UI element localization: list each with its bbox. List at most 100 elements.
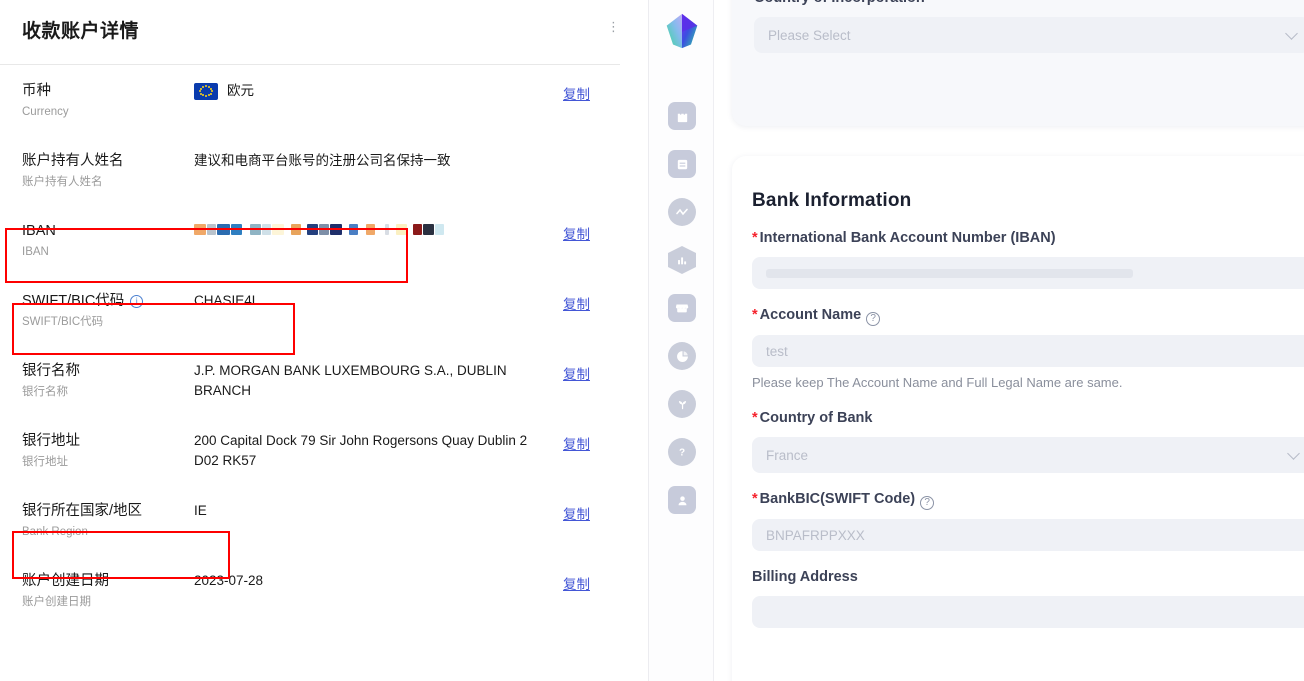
page-title: 收款账户详情 — [22, 16, 596, 43]
detail-row: 账户持有人姓名账户持有人姓名建议和电商平台账号的注册公司名保持一致 — [0, 135, 620, 205]
detail-label-cn-text: 银行名称 — [22, 361, 80, 381]
detail-row-value: 建议和电商平台账号的注册公司名保持一致 — [194, 151, 546, 191]
detail-label-cn: 账户创建日期 — [22, 571, 186, 591]
detail-label-cn: 银行所在国家/地区 — [22, 501, 186, 521]
field-placeholder: France — [766, 448, 808, 463]
field-label-text: Billing Address — [752, 569, 858, 585]
field-label: Billing Address — [752, 567, 1304, 587]
detail-row: IBANIBAN 复制 — [0, 205, 620, 275]
copy-link[interactable]: 复制 — [563, 83, 590, 103]
detail-label-cn: 银行名称 — [22, 361, 186, 381]
detail-label-cn-text: 账户创建日期 — [22, 571, 109, 591]
detail-row: 账户创建日期账户创建日期2023-07-28复制 — [0, 555, 620, 625]
detail-label-cn-text: 银行地址 — [22, 431, 80, 451]
detail-row-value: 2023-07-28 — [194, 571, 546, 611]
field-hint: Please keep The Account Name and Full Le… — [752, 374, 1304, 392]
currency-value: 欧元 — [194, 81, 536, 101]
bank-information-title: Bank Information — [752, 190, 1304, 212]
copy-link[interactable]: 复制 — [563, 573, 590, 593]
copy-link[interactable]: 复制 — [563, 223, 590, 243]
detail-label-en: SWIFT/BIC代码 — [22, 313, 186, 331]
detail-row-label: 账户持有人姓名账户持有人姓名 — [22, 151, 194, 191]
field-group: *Country of Bank France — [752, 408, 1304, 473]
field-label-text: Country of Bank — [760, 410, 873, 426]
bank-fields: * International Bank Account Number (IBAN… — [752, 228, 1304, 628]
rail-sprout-icon[interactable] — [668, 390, 696, 418]
drawer-header: 收款账户详情 ⋮ — [0, 0, 620, 60]
info-icon[interactable]: i — [130, 295, 143, 308]
detail-row-label: 账户创建日期账户创建日期 — [22, 571, 194, 611]
help-circle-icon[interactable]: ? — [920, 496, 934, 510]
detail-label-cn-text: IBAN — [22, 221, 56, 241]
rail-pie-chart-icon[interactable] — [668, 342, 696, 370]
detail-label-en: Currency — [22, 103, 186, 121]
detail-row-label: 币种 Currency — [22, 81, 194, 121]
field-group: *International Bank Account Number (IBAN… — [752, 228, 1304, 289]
detail-label-cn-text: 银行所在国家/地区 — [22, 501, 142, 521]
detail-rows: 币种Currency欧元复制账户持有人姓名账户持有人姓名建议和电商平台账号的注册… — [0, 65, 620, 625]
rail-activity-icon[interactable] — [668, 198, 696, 226]
required-asterisk: * — [752, 410, 758, 426]
country-of-incorporation-select[interactable]: Please Select — [754, 17, 1304, 53]
field-group: *BankBIC(SWIFT Code)?BNPAFRPPXXX — [752, 489, 1304, 551]
rail-document-icon[interactable] — [668, 150, 696, 178]
detail-label-cn: IBAN — [22, 221, 186, 241]
field-label-text: Account Name — [760, 307, 862, 323]
detail-label-en: 银行名称 — [22, 383, 186, 401]
field-input-account-name[interactable]: test — [752, 335, 1304, 367]
detail-label-en: 账户创建日期 — [22, 593, 186, 611]
field-label-text: International Bank Account Number (IBAN) — [760, 230, 1056, 246]
eu-flag-icon — [194, 83, 218, 100]
detail-row-value: 200 Capital Dock 79 Sir John Rogersons Q… — [194, 431, 546, 471]
copy-link[interactable]: 复制 — [563, 433, 590, 453]
redacted-iban-value — [194, 221, 536, 233]
detail-label-en: 账户持有人姓名 — [22, 173, 186, 191]
detail-row: 银行名称银行名称J.P. MORGAN BANK LUXEMBOURG S.A.… — [0, 345, 620, 415]
field-input-bankbic-swift-code[interactable]: BNPAFRPPXXX — [752, 519, 1304, 551]
field-input-international-bank-account-number-iban[interactable] — [752, 257, 1304, 289]
rail-help-icon[interactable]: ? — [668, 438, 696, 466]
chevron-down-icon — [1285, 27, 1298, 40]
country-of-incorporation-label: Country of Incorporation — [754, 0, 1304, 8]
detail-label-cn-text: SWIFT/BIC代码 — [22, 291, 124, 311]
copy-link[interactable]: 复制 — [563, 503, 590, 523]
detail-row-label: SWIFT/BIC代码 i SWIFT/BIC代码 — [22, 291, 194, 331]
field-placeholder: BNPAFRPPXXX — [766, 528, 865, 543]
detail-row-value: CHASIE4L — [194, 291, 546, 331]
currency-name: 欧元 — [227, 81, 254, 101]
rail-bag-icon[interactable] — [668, 102, 696, 130]
field-label: *Country of Bank — [752, 408, 1304, 428]
copy-link[interactable]: 复制 — [563, 293, 590, 313]
detail-label-cn: SWIFT/BIC代码 i — [22, 291, 186, 311]
country-of-incorporation-placeholder: Please Select — [768, 28, 851, 43]
bank-form-panel: Country of Incorporation Please Select B… — [714, 0, 1304, 681]
field-placeholder: test — [766, 344, 788, 359]
field-group: Billing Address — [752, 567, 1304, 628]
detail-row-label: 银行地址银行地址 — [22, 431, 194, 471]
detail-label-cn: 账户持有人姓名 — [22, 151, 186, 171]
app-icon-rail: ? — [648, 0, 714, 681]
detail-row: 银行所在国家/地区Bank RegionIE复制 — [0, 485, 620, 555]
help-circle-icon[interactable]: ? — [866, 312, 880, 326]
detail-row-label: 银行所在国家/地区Bank Region — [22, 501, 194, 541]
copy-link[interactable]: 复制 — [563, 363, 590, 383]
field-input-billing-address[interactable] — [752, 596, 1304, 628]
redacted-value-bar — [766, 269, 1133, 278]
field-input-country-of-bank[interactable]: France — [752, 437, 1304, 473]
detail-row: SWIFT/BIC代码 i SWIFT/BIC代码 CHASIE4L 复制 — [0, 275, 620, 345]
close-icon[interactable]: ⋮ — [610, 20, 620, 50]
required-asterisk: * — [752, 307, 758, 323]
field-label: *Account Name? — [752, 305, 1304, 326]
rail-bar-chart-icon[interactable] — [668, 246, 696, 274]
detail-row-value — [194, 221, 546, 261]
field-label: *International Bank Account Number (IBAN… — [752, 228, 1304, 248]
detail-row-value: 欧元 — [194, 81, 546, 121]
detail-label-cn: 币种 — [22, 81, 186, 101]
rail-user-icon[interactable] — [668, 486, 696, 514]
incorporation-card: Country of Incorporation Please Select — [732, 0, 1304, 126]
field-group: *Account Name? test Please keep The Accoun… — [752, 305, 1304, 392]
rail-store-icon[interactable] — [668, 294, 696, 322]
detail-row-value: J.P. MORGAN BANK LUXEMBOURG S.A., DUBLIN… — [194, 361, 546, 401]
app-logo-icon[interactable] — [664, 12, 700, 50]
detail-row-label: IBANIBAN — [22, 221, 194, 261]
